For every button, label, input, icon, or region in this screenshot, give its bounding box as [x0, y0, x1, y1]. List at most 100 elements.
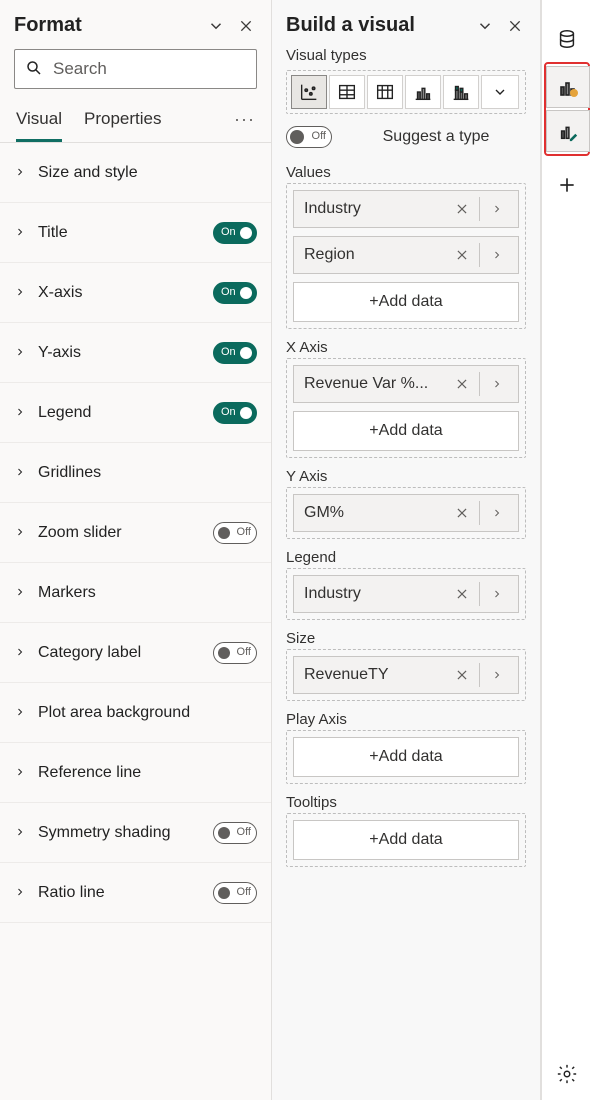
tab-properties[interactable]: Properties — [84, 103, 161, 142]
format-row[interactable]: Category labelOff — [0, 623, 271, 683]
chevron-right-icon — [14, 586, 28, 600]
format-row[interactable]: Size and style — [0, 143, 271, 203]
format-row-label: Zoom slider — [38, 524, 203, 542]
tab-visual[interactable]: Visual — [16, 103, 62, 142]
format-row-label: Size and style — [38, 164, 257, 182]
format-row[interactable]: X-axis On — [0, 263, 271, 323]
remove-field-icon[interactable] — [451, 202, 473, 216]
field-well: Industry Region +Add data — [286, 183, 526, 329]
toggle[interactable]: Off — [213, 522, 257, 544]
toggle[interactable]: Off — [213, 882, 257, 904]
field-well: GM% — [286, 487, 526, 539]
viz-table-icon[interactable] — [329, 75, 365, 109]
remove-field-icon[interactable] — [451, 587, 473, 601]
remove-field-icon[interactable] — [451, 377, 473, 391]
chevron-right-icon — [14, 466, 28, 480]
field-chip[interactable]: Region — [293, 236, 519, 274]
format-row[interactable]: Title On — [0, 203, 271, 263]
settings-icon[interactable] — [547, 1054, 587, 1094]
remove-field-icon[interactable] — [451, 506, 473, 520]
collapse-icon[interactable] — [205, 15, 227, 37]
well-label: X Axis — [286, 339, 526, 356]
build-header: Build a visual — [272, 0, 540, 45]
more-options-icon[interactable]: ··· — [234, 109, 255, 136]
format-row-label: Plot area background — [38, 704, 257, 722]
field-menu-icon[interactable] — [486, 249, 508, 261]
format-row[interactable]: Markers — [0, 563, 271, 623]
separator — [479, 372, 480, 396]
format-header: Format — [0, 0, 271, 45]
remove-field-icon[interactable] — [451, 668, 473, 682]
close-icon[interactable] — [235, 15, 257, 37]
field-well: +Add data — [286, 730, 526, 784]
add-data-button[interactable]: +Add data — [293, 411, 519, 451]
chevron-right-icon — [14, 406, 28, 420]
format-row[interactable]: Symmetry shading Off — [0, 803, 271, 863]
add-data-button[interactable]: +Add data — [293, 282, 519, 322]
chevron-right-icon — [14, 826, 28, 840]
field-chip-label: RevenueTY — [304, 666, 445, 684]
viz-matrix-icon[interactable] — [367, 75, 403, 109]
format-row[interactable]: LegendOn — [0, 383, 271, 443]
data-pane-icon[interactable] — [545, 18, 589, 60]
toggle[interactable]: Off — [213, 642, 257, 664]
format-row[interactable]: Y-axis On — [0, 323, 271, 383]
field-chip[interactable]: Industry — [293, 190, 519, 228]
toggle[interactable]: On — [213, 342, 257, 364]
field-chip[interactable]: Industry — [293, 575, 519, 613]
right-sidebar — [541, 0, 591, 1100]
format-row-label: Reference line — [38, 764, 257, 782]
format-row-label: Title — [38, 224, 203, 242]
chevron-right-icon — [14, 646, 28, 660]
field-chip[interactable]: GM% — [293, 494, 519, 532]
toggle[interactable]: On — [213, 282, 257, 304]
format-row-label: Symmetry shading — [38, 824, 203, 842]
toggle[interactable]: Off — [213, 822, 257, 844]
field-chip-label: Industry — [304, 585, 445, 603]
viz-scatter-icon[interactable] — [291, 75, 327, 109]
remove-field-icon[interactable] — [451, 248, 473, 262]
close-icon[interactable] — [504, 15, 526, 37]
add-data-button[interactable]: +Add data — [293, 820, 519, 860]
chevron-right-icon — [14, 286, 28, 300]
search-container — [0, 45, 271, 97]
field-chip[interactable]: RevenueTY — [293, 656, 519, 694]
field-well: Industry — [286, 568, 526, 620]
field-chip[interactable]: Revenue Var %... — [293, 365, 519, 403]
visual-types-picker — [286, 70, 526, 114]
format-row-label: Ratio line — [38, 884, 203, 902]
suggest-toggle[interactable]: Off — [286, 126, 332, 148]
well-label: Legend — [286, 549, 526, 566]
field-well: +Add data — [286, 813, 526, 867]
search-input[interactable] — [51, 58, 246, 80]
format-row[interactable]: Ratio line Off — [0, 863, 271, 923]
toggle[interactable]: On — [213, 402, 257, 424]
chevron-right-icon — [14, 526, 28, 540]
viz-clustered-bar-icon[interactable] — [405, 75, 441, 109]
active-pane-indicator — [544, 62, 590, 156]
format-pane-icon[interactable] — [546, 110, 590, 152]
suggest-row: Off Suggest a type — [286, 126, 526, 148]
suggest-label: Suggest a type — [346, 128, 526, 146]
field-menu-icon[interactable] — [486, 669, 508, 681]
add-pane-icon[interactable] — [545, 164, 589, 206]
format-row[interactable]: Zoom slider Off — [0, 503, 271, 563]
field-menu-icon[interactable] — [486, 588, 508, 600]
viz-more-icon[interactable] — [481, 75, 519, 109]
field-menu-icon[interactable] — [486, 378, 508, 390]
format-row[interactable]: Plot area background — [0, 683, 271, 743]
format-row-label: Y-axis — [38, 344, 203, 362]
format-row-label: X-axis — [38, 284, 203, 302]
format-row[interactable]: Gridlines — [0, 443, 271, 503]
toggle[interactable]: On — [213, 222, 257, 244]
viz-stacked-bar-icon[interactable] — [443, 75, 479, 109]
field-well: Revenue Var %... +Add data — [286, 358, 526, 458]
field-menu-icon[interactable] — [486, 507, 508, 519]
build-pane-icon[interactable] — [546, 66, 590, 108]
format-row[interactable]: Reference line — [0, 743, 271, 803]
field-chip-label: Industry — [304, 200, 445, 218]
add-data-button[interactable]: +Add data — [293, 737, 519, 777]
collapse-icon[interactable] — [474, 15, 496, 37]
field-menu-icon[interactable] — [486, 203, 508, 215]
search-box[interactable] — [14, 49, 257, 89]
